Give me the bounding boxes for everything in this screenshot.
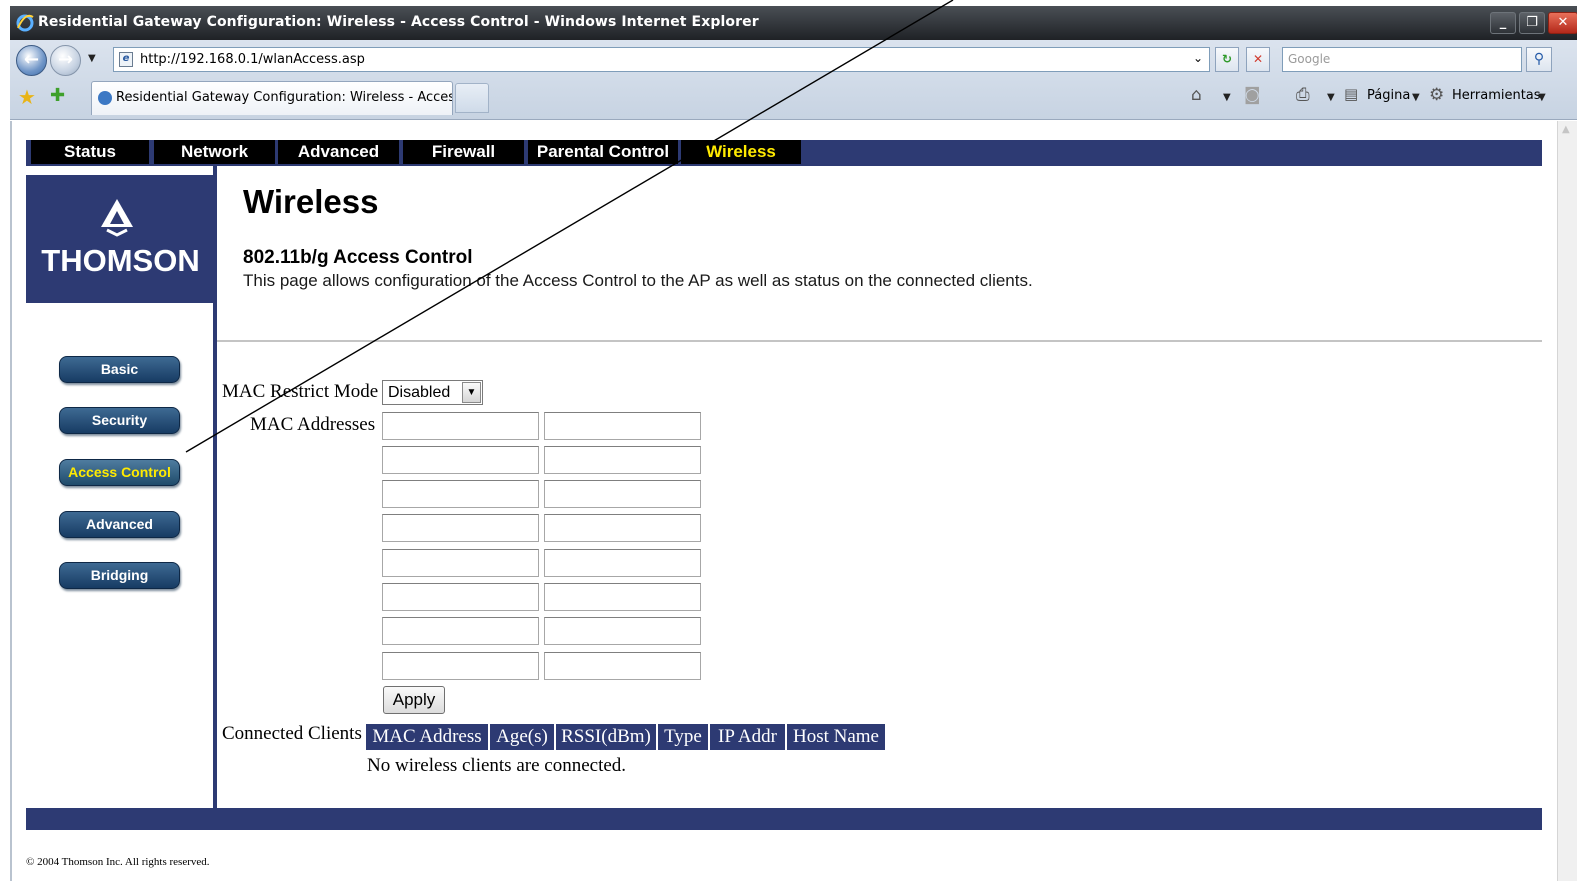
mac-address-input-10[interactable] [544, 549, 701, 577]
scroll-up-icon[interactable]: ▲ [1562, 124, 1570, 135]
add-favorite-icon[interactable]: ✚ [50, 85, 65, 106]
mac-restrict-mode-label: MAC Restrict Mode [222, 381, 379, 402]
mac-address-input-6[interactable] [544, 480, 701, 508]
nav-parental-control[interactable]: Parental Control [528, 140, 678, 164]
column-host-name: Host Name [787, 724, 885, 750]
footer-bar [26, 808, 1542, 830]
close-window-button[interactable]: ✕ [1548, 12, 1577, 34]
search-icon[interactable]: ⚲ [1526, 47, 1552, 72]
column-age: Age(s) [490, 724, 554, 750]
column-ip-addr: IP Addr [710, 724, 785, 750]
main-nav-bar: Status Network Advanced Firewall Parenta… [26, 140, 1542, 166]
brand-name: THOMSON [41, 243, 200, 278]
mac-address-input-7[interactable] [382, 514, 539, 542]
nav-status[interactable]: Status [31, 140, 149, 164]
section-title: 802.11b/g Access Control [243, 247, 473, 268]
apply-button[interactable]: Apply [383, 686, 445, 714]
sidebar-security-button[interactable]: Security [59, 407, 180, 434]
column-type: Type [658, 724, 708, 750]
mac-address-input-12[interactable] [544, 583, 701, 611]
sidebar-divider [213, 166, 217, 808]
home-dropdown-icon[interactable]: ▼ [1223, 92, 1231, 103]
mac-address-input-1[interactable] [382, 412, 539, 440]
back-button[interactable]: ← [16, 45, 47, 76]
nav-advanced[interactable]: Advanced [278, 140, 399, 164]
mac-restrict-mode-value: Disabled [388, 384, 451, 401]
sidebar-bridging-button[interactable]: Bridging [59, 562, 180, 589]
mac-addresses-label: MAC Addresses [250, 414, 376, 435]
section-description: This page allows configuration of the Ac… [243, 271, 1033, 290]
refresh-icon[interactable]: ↻ [1215, 47, 1239, 72]
mac-address-input-16[interactable] [544, 652, 701, 680]
page-icon: e [119, 52, 133, 67]
nav-firewall[interactable]: Firewall [403, 140, 524, 164]
print-dropdown-icon[interactable]: ▼ [1327, 92, 1335, 103]
mac-address-input-15[interactable] [382, 652, 539, 680]
minimize-button[interactable]: _ [1490, 12, 1516, 34]
search-input[interactable]: Google [1282, 47, 1522, 72]
mac-address-input-9[interactable] [382, 549, 539, 577]
address-bar[interactable]: e http://192.168.0.1/wlanAccess.asp [113, 47, 1210, 72]
new-tab-button[interactable] [455, 83, 489, 113]
page-dropdown-icon[interactable]: ▼ [1412, 92, 1420, 103]
history-dropdown-icon[interactable]: ▼ [88, 53, 96, 64]
page-viewport [10, 121, 1557, 881]
tab-current[interactable]: Residential Gateway Configuration: Wirel… [91, 81, 453, 115]
window-titlebar: Residential Gateway Configuration: Wirel… [10, 6, 1577, 40]
mac-address-input-5[interactable] [382, 480, 539, 508]
sidebar-advanced-button[interactable]: Advanced [59, 511, 180, 538]
tools-menu[interactable]: Herramientas [1452, 88, 1541, 103]
page-title: Wireless [243, 183, 379, 220]
feeds-icon[interactable]: ◙ [1244, 85, 1261, 105]
mac-address-input-11[interactable] [382, 583, 539, 611]
mac-address-input-2[interactable] [544, 412, 701, 440]
tools-dropdown-icon[interactable]: ▼ [1538, 92, 1546, 103]
mac-address-input-13[interactable] [382, 617, 539, 645]
favorites-star-icon[interactable]: ★ [18, 85, 36, 109]
print-icon[interactable]: ⎙ [1296, 85, 1310, 105]
content-divider [217, 340, 1542, 342]
home-icon[interactable]: ⌂ [1191, 85, 1202, 105]
mac-restrict-mode-select[interactable]: Disabled ▼ [382, 380, 483, 405]
sidebar-basic-button[interactable]: Basic [59, 356, 180, 383]
tab-ie-icon [98, 91, 112, 105]
vertical-scrollbar[interactable]: ▲ [1557, 121, 1577, 881]
stop-icon[interactable]: ✕ [1246, 47, 1270, 72]
page-menu-icon: ▤ [1344, 85, 1359, 103]
ie-logo-icon [16, 14, 34, 32]
tab-title: Residential Gateway Configuration: Wirel… [116, 90, 453, 105]
window-title: Residential Gateway Configuration: Wirel… [38, 14, 759, 30]
gear-icon: ⚙ [1429, 85, 1445, 105]
mac-address-input-3[interactable] [382, 446, 539, 474]
maximize-button[interactable]: ❐ [1519, 12, 1545, 34]
no-clients-message: No wireless clients are connected. [367, 755, 627, 776]
sidebar-access-control-button[interactable]: Access Control [59, 459, 180, 486]
nav-network[interactable]: Network [154, 140, 275, 164]
mac-address-input-14[interactable] [544, 617, 701, 645]
thomson-emblem-icon [101, 199, 133, 237]
address-text: http://192.168.0.1/wlanAccess.asp [140, 52, 365, 67]
page-menu[interactable]: Página [1367, 88, 1410, 103]
browser-toolbar: ← → ▼ e http://192.168.0.1/wlanAccess.as… [10, 40, 1577, 120]
select-arrow-icon[interactable]: ▼ [462, 382, 481, 403]
connected-clients-label: Connected Clients [222, 723, 362, 744]
thomson-logo: THOMSON [26, 175, 215, 303]
column-mac-address: MAC Address [366, 724, 488, 750]
mac-address-input-8[interactable] [544, 514, 701, 542]
copyright-text: © 2004 Thomson Inc. All rights reserved. [26, 856, 210, 868]
mac-address-input-4[interactable] [544, 446, 701, 474]
forward-button[interactable]: → [50, 45, 81, 76]
nav-wireless[interactable]: Wireless [681, 140, 801, 164]
address-dropdown-icon[interactable]: ⌄ [1186, 47, 1210, 72]
column-rssi: RSSI(dBm) [556, 724, 656, 750]
